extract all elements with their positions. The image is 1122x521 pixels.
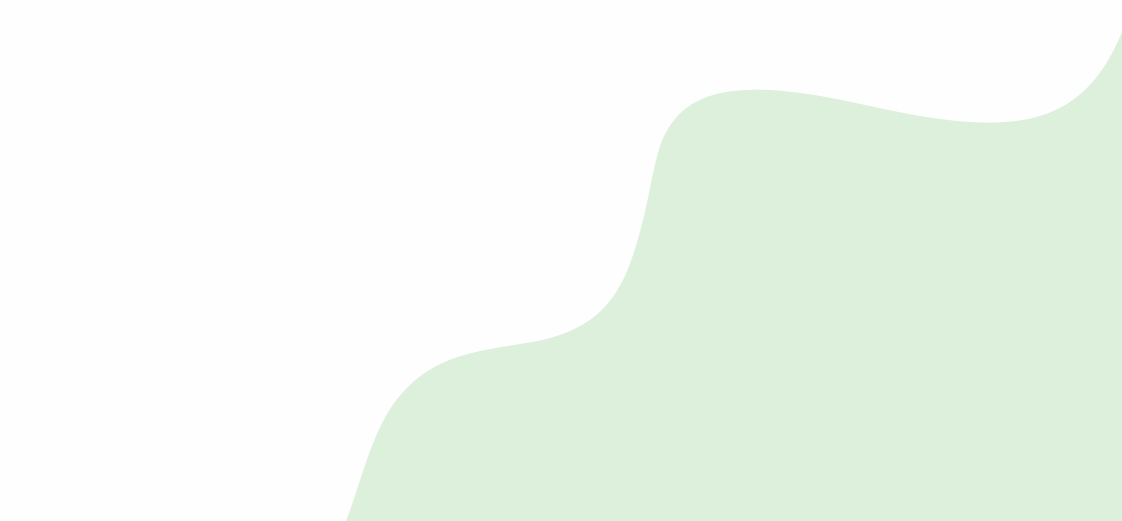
- decorative-green-wave-shape: [346, 32, 1122, 521]
- page-canvas: [0, 0, 1122, 521]
- wave-blob-path: [346, 32, 1122, 521]
